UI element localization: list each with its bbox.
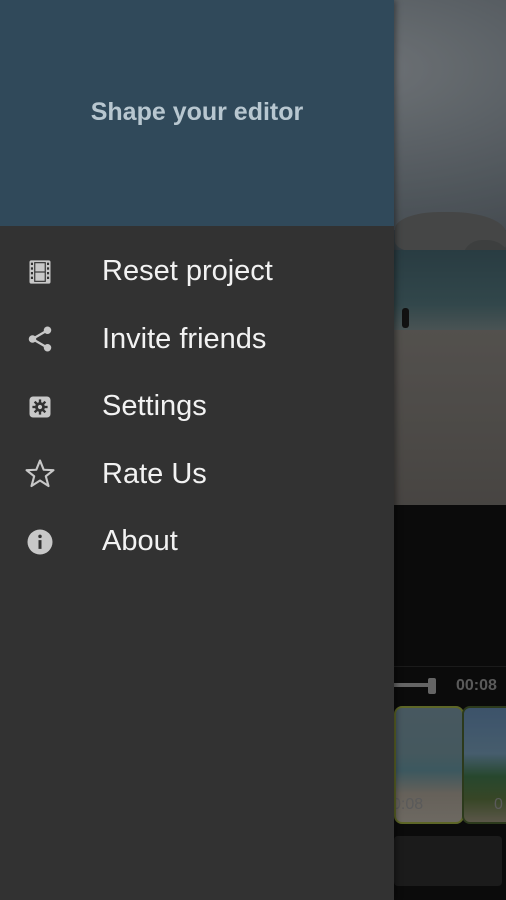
menu-item-reset-project[interactable]: Reset project — [0, 238, 394, 306]
star-icon — [22, 456, 58, 492]
navigation-drawer: Shape your editor Reset project Invite f… — [0, 0, 394, 900]
menu-item-label: Rate Us — [102, 457, 207, 490]
menu-item-about[interactable]: About — [0, 508, 394, 576]
menu-item-rate-us[interactable]: Rate Us — [0, 441, 394, 509]
menu-item-label: Invite friends — [102, 322, 267, 355]
menu-item-label: Settings — [102, 390, 207, 423]
menu-item-label: Reset project — [102, 255, 273, 288]
menu-item-invite-friends[interactable]: Invite friends — [0, 306, 394, 374]
menu-item-settings[interactable]: Settings — [0, 373, 394, 441]
film-icon — [22, 254, 58, 290]
drawer-menu: Reset project Invite friends Settings Ra… — [0, 238, 394, 576]
drawer-title: Shape your editor — [90, 97, 304, 126]
drawer-header: Shape your editor — [0, 0, 394, 226]
info-icon — [22, 524, 58, 560]
menu-item-label: About — [102, 525, 178, 558]
settings-icon — [22, 389, 58, 425]
share-icon — [22, 321, 58, 357]
